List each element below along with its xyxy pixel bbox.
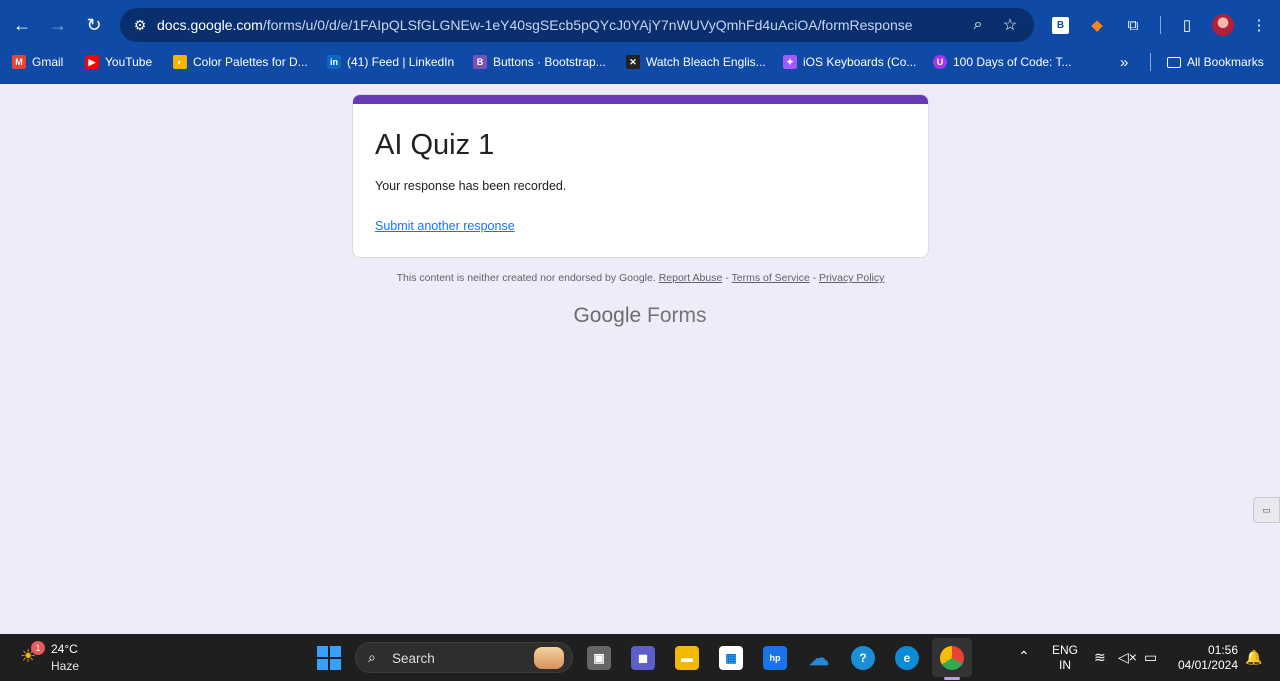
search-label: Search xyxy=(392,651,435,666)
windows-start-icon[interactable] xyxy=(317,646,341,670)
bookmark-ios-keyboards[interactable]: ✦ iOS Keyboards (Co... xyxy=(783,53,916,71)
arrow-left-icon: ← xyxy=(13,14,31,35)
active-app-indicator xyxy=(944,677,960,680)
extensions-puzzle-icon[interactable]: ⧉ xyxy=(1122,14,1144,36)
bookmark-label: Watch Bleach Englis... xyxy=(646,55,766,69)
reload-icon: ↻ xyxy=(86,14,102,35)
lang-region: IN xyxy=(1059,658,1071,672)
get-help-icon[interactable]: ? xyxy=(851,646,875,670)
bookmark-gmail[interactable]: M Gmail xyxy=(12,53,63,71)
back-button[interactable]: ← xyxy=(8,11,36,39)
brand-google: Google xyxy=(573,304,642,327)
linkedin-icon: in xyxy=(327,55,341,69)
lang-code: ENG xyxy=(1052,643,1079,657)
battery-icon[interactable]: ▭ xyxy=(1144,649,1157,666)
teams-chat-icon[interactable]: ◼ xyxy=(631,646,655,670)
volume-muted-icon[interactable]: ◁× xyxy=(1118,649,1137,666)
folder-icon xyxy=(1167,56,1181,68)
side-panel-icon[interactable]: ▯ xyxy=(1176,14,1198,36)
response-card: AI Quiz 1 Your response has been recorde… xyxy=(352,94,929,258)
onedrive-icon[interactable]: ☁ xyxy=(807,646,831,670)
notification-bell-icon[interactable]: 🔔 xyxy=(1245,649,1262,666)
chrome-icon[interactable] xyxy=(940,646,964,670)
microsoft-store-icon[interactable]: ▦ xyxy=(719,646,743,670)
bookmarks-bar: M Gmail ▶ YouTube ◐ Color Palettes for D...… xyxy=(0,50,1280,74)
footer-disclaimer: This content is neither created nor endo… xyxy=(352,272,929,284)
search-icon[interactable]: ⌕ xyxy=(967,15,989,35)
anime-icon: ✕ xyxy=(626,55,640,69)
profile-avatar[interactable] xyxy=(1212,14,1234,36)
myhp-icon[interactable]: hp xyxy=(763,646,787,670)
clock-time: 01:56 xyxy=(1207,643,1238,657)
chevron-up-icon[interactable]: ⌃ xyxy=(1018,648,1030,665)
terms-link[interactable]: Terms of Service xyxy=(731,272,809,284)
wifi-icon[interactable]: ≋ xyxy=(1094,649,1106,666)
gmail-icon: M xyxy=(12,55,26,69)
privacy-link[interactable]: Privacy Policy xyxy=(819,272,884,284)
card-accent-bar xyxy=(353,95,928,104)
extension-b-icon[interactable]: B xyxy=(1052,17,1069,34)
bookmark-label: Color Palettes for D... xyxy=(193,55,308,69)
bookmark-linkedin[interactable]: in (41) Feed | LinkedIn xyxy=(327,53,454,71)
submit-another-link[interactable]: Submit another response xyxy=(375,219,515,233)
bookmark-label: YouTube xyxy=(105,55,153,69)
bookmark-label: Gmail xyxy=(32,55,64,69)
separator: - xyxy=(809,272,820,284)
site-info-icon[interactable]: ⚙ xyxy=(130,15,150,35)
youtube-icon: ▶ xyxy=(85,55,99,69)
bookmark-label: Buttons · Bootstrap... xyxy=(493,55,606,69)
report-abuse-link[interactable]: Report Abuse xyxy=(659,272,723,284)
browser-chrome: ← → ↻ ⚙ docs.google.com/forms/u/0/d/e/1F… xyxy=(0,0,1280,84)
metamask-icon[interactable]: ◆ xyxy=(1086,14,1108,36)
menu-kebab-icon[interactable]: ⋮ xyxy=(1248,14,1270,36)
bookmark-bleach[interactable]: ✕ Watch Bleach Englis... xyxy=(626,53,766,71)
course-icon: U xyxy=(933,55,947,69)
search-icon: ⌕ xyxy=(368,649,376,665)
url-path: /forms/u/0/d/e/1FAIpQLSfGLGNEw-1eY40sgSE… xyxy=(262,17,913,33)
url-host: docs.google.com xyxy=(157,17,263,33)
bookmark-100-days[interactable]: U 100 Days of Code: T... xyxy=(933,53,1072,71)
google-forms-logo[interactable]: Google Forms xyxy=(0,304,1280,328)
brand-forms: Forms xyxy=(647,304,707,327)
edge-icon[interactable]: e xyxy=(895,646,919,670)
palette-icon: ◐ xyxy=(173,55,187,69)
form-title: AI Quiz 1 xyxy=(375,129,495,161)
widget-icon: ▭ xyxy=(1262,504,1271,515)
forward-button[interactable]: → xyxy=(44,11,72,39)
all-bookmarks-label: All Bookmarks xyxy=(1187,55,1264,69)
browser-toolbar: ← → ↻ ⚙ docs.google.com/forms/u/0/d/e/1F… xyxy=(0,0,1280,50)
confirmation-message: Your response has been recorded. xyxy=(375,179,567,193)
bookmark-label: (41) Feed | LinkedIn xyxy=(347,55,455,69)
url-text[interactable]: docs.google.com/forms/u/0/d/e/1FAIpQLSfG… xyxy=(157,17,913,33)
file-explorer-icon[interactable]: ▬ xyxy=(675,646,699,670)
task-view-icon[interactable]: ▣ xyxy=(587,646,611,670)
figma-icon: ✦ xyxy=(783,55,797,69)
toolbar-divider xyxy=(1160,16,1161,34)
bookmark-label: 100 Days of Code: T... xyxy=(953,55,1072,69)
bookmarks-divider xyxy=(1150,53,1151,71)
weather-temperature[interactable]: 24°C xyxy=(51,642,78,656)
reload-button[interactable]: ↻ xyxy=(80,11,108,39)
weather-condition[interactable]: Haze xyxy=(51,659,79,673)
disclaimer-text: This content is neither created nor endo… xyxy=(396,272,656,284)
search-highlight-icon xyxy=(534,647,564,669)
bookmark-youtube[interactable]: ▶ YouTube xyxy=(85,53,152,71)
clock-date: 04/01/2024 xyxy=(1177,658,1238,672)
clock[interactable]: 01:56 04/01/2024 xyxy=(1170,643,1238,673)
bootstrap-icon: B xyxy=(473,55,487,69)
arrow-right-icon: → xyxy=(49,14,67,35)
taskbar-search[interactable]: ⌕ Search xyxy=(355,642,573,673)
address-bar[interactable]: ⚙ docs.google.com/forms/u/0/d/e/1FAIpQLS… xyxy=(120,8,1034,42)
all-bookmarks-button[interactable]: All Bookmarks xyxy=(1167,53,1264,71)
bookmark-label: iOS Keyboards (Co... xyxy=(803,55,917,69)
bookmarks-overflow-button[interactable]: » xyxy=(1120,53,1128,71)
weather-badge: 1 xyxy=(31,641,45,655)
bookmark-bootstrap[interactable]: B Buttons · Bootstrap... xyxy=(473,53,606,71)
language-indicator[interactable]: ENG IN xyxy=(1052,643,1078,673)
star-icon[interactable]: ☆ xyxy=(999,15,1021,35)
side-widget-button[interactable]: ▭ xyxy=(1253,497,1280,523)
windows-taskbar: ☀ 1 24°C Haze ⌕ Search ▣ ◼ ▬ ▦ hp ☁ ? e … xyxy=(0,634,1280,681)
bookmark-color-palettes[interactable]: ◐ Color Palettes for D... xyxy=(173,53,308,71)
